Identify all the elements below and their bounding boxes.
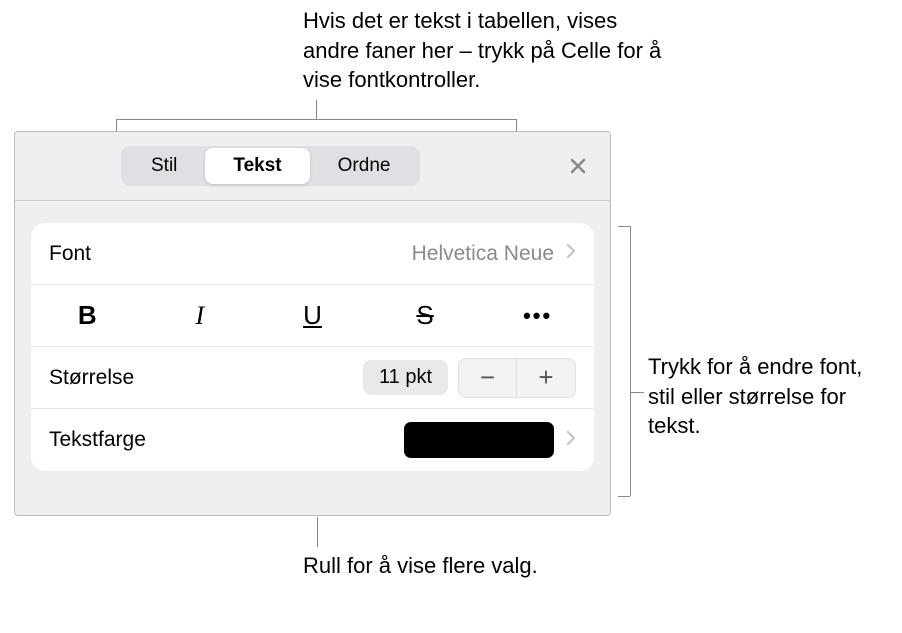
font-row[interactable]: Font Helvetica Neue [31, 223, 594, 285]
textcolor-row[interactable]: Tekstfarge [31, 409, 594, 471]
chevron-right-icon [566, 430, 576, 451]
size-stepper: − + [458, 358, 576, 398]
size-value[interactable]: 11 pkt [363, 360, 448, 395]
callout-line [630, 392, 644, 393]
text-style-row: B I U S ••• [31, 285, 594, 347]
font-label: Font [49, 242, 91, 266]
panel-body: Font Helvetica Neue B I U S ••• Størrels… [15, 201, 610, 515]
tab-segmented-control: Stil Tekst Ordne [121, 146, 420, 186]
underline-button[interactable]: U [256, 285, 369, 346]
tab-text[interactable]: Tekst [205, 148, 309, 184]
font-value: Helvetica Neue [412, 242, 554, 266]
size-decrease-button[interactable]: − [459, 359, 517, 397]
callout-line [317, 517, 318, 547]
close-button[interactable] [562, 150, 594, 182]
tab-style[interactable]: Stil [123, 148, 205, 184]
size-label: Størrelse [49, 366, 134, 390]
callout-bracket [116, 119, 117, 131]
size-increase-button[interactable]: + [517, 359, 575, 397]
callout-tabs: Hvis det er tekst i tabellen, vises andr… [303, 6, 663, 95]
chevron-right-icon [566, 243, 576, 264]
font-card: Font Helvetica Neue B I U S ••• Størrels… [31, 223, 594, 471]
callout-bracket [618, 496, 630, 497]
textcolor-label: Tekstfarge [49, 428, 146, 452]
format-panel: Stil Tekst Ordne Font Helvetica Neue [14, 131, 611, 516]
callout-bracket [516, 119, 517, 131]
textcolor-swatch[interactable] [404, 422, 554, 458]
callout-bracket [630, 226, 631, 496]
callout-font-controls: Trykk for å endre font, stil eller størr… [648, 352, 888, 441]
callout-line [316, 100, 317, 119]
callout-scroll: Rull for å vise flere valg. [303, 551, 553, 581]
strikethrough-button[interactable]: S [369, 285, 482, 346]
size-row: Størrelse 11 pkt − + [31, 347, 594, 409]
bold-button[interactable]: B [31, 285, 144, 346]
close-icon [569, 157, 587, 175]
more-styles-button[interactable]: ••• [481, 285, 594, 346]
callout-bracket [618, 226, 630, 227]
italic-button[interactable]: I [144, 285, 257, 346]
tab-arrange[interactable]: Ordne [310, 148, 419, 184]
callout-bracket [116, 119, 516, 120]
panel-header: Stil Tekst Ordne [15, 132, 610, 201]
